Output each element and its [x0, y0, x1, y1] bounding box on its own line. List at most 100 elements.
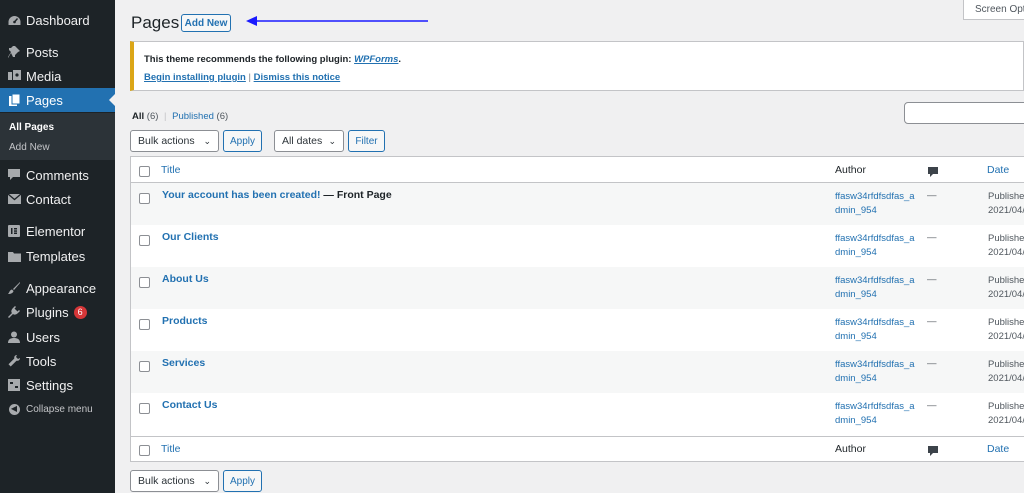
- author-link[interactable]: ffasw34rfdfsdfas_a dmin_954: [835, 316, 925, 344]
- submenu-item-add-new[interactable]: Add New: [9, 142, 50, 153]
- page-title-link[interactable]: Services: [162, 357, 205, 369]
- table-row: About Us ffasw34rfdfsdfas_a dmin_954 — Pu…: [131, 267, 1024, 309]
- collapse-icon: ◀: [7, 402, 21, 416]
- row-checkbox[interactable]: [139, 319, 150, 330]
- page-title-text[interactable]: Products: [162, 315, 208, 327]
- page-title-text[interactable]: Services: [162, 357, 205, 369]
- page-title-link[interactable]: Contact Us: [162, 399, 217, 411]
- collapse-menu-button[interactable]: ◀ Collapse menu: [0, 397, 115, 421]
- row-checkbox[interactable]: [139, 361, 150, 372]
- apply-button-bottom[interactable]: Apply: [223, 470, 262, 492]
- author-link[interactable]: ffasw34rfdfsdfas_a dmin_954: [835, 190, 925, 218]
- filter-button[interactable]: Filter: [348, 130, 385, 152]
- sidebar-item-label: Dashboard: [26, 12, 90, 28]
- date-status: Published: [988, 233, 1024, 244]
- row-checkbox[interactable]: [139, 193, 150, 204]
- sidebar-item-users[interactable]: Users: [0, 325, 115, 349]
- page-title-text[interactable]: Contact Us: [162, 399, 217, 411]
- filter-all-link[interactable]: All: [132, 111, 144, 122]
- comment-count: —: [927, 190, 937, 201]
- brush-icon: [7, 281, 21, 295]
- author-line-1[interactable]: ffasw34rfdfsdfas_a: [835, 233, 915, 244]
- column-author: Author: [835, 164, 866, 176]
- search-pages-input[interactable]: [904, 102, 1024, 124]
- notice-suffix: .: [398, 54, 402, 65]
- author-line-2[interactable]: dmin_954: [835, 331, 877, 342]
- author-line-1[interactable]: ffasw34rfdfsdfas_a: [835, 191, 915, 202]
- submenu-item-all-pages[interactable]: All Pages: [9, 122, 54, 133]
- add-new-button[interactable]: Add New: [181, 14, 231, 32]
- sidebar-item-label: Settings: [26, 377, 73, 393]
- select-all-checkbox-footer[interactable]: [139, 445, 150, 456]
- page-title-text[interactable]: About Us: [162, 273, 209, 285]
- author-line-2[interactable]: dmin_954: [835, 373, 877, 384]
- apply-button[interactable]: Apply: [223, 130, 262, 152]
- page-title-link[interactable]: About Us: [162, 273, 209, 285]
- select-all-checkbox[interactable]: [139, 166, 150, 177]
- sidebar-item-label: Contact: [26, 191, 71, 207]
- publish-date: Published 2021/04/: [988, 400, 1024, 428]
- row-checkbox[interactable]: [139, 403, 150, 414]
- column-date-sort[interactable]: Date: [987, 164, 1009, 176]
- column-date-sort-footer[interactable]: Date: [987, 443, 1009, 455]
- sidebar-item-label: Media: [26, 68, 62, 84]
- filter-published-link[interactable]: Published: [172, 111, 214, 122]
- page-title-link[interactable]: Products: [162, 315, 208, 327]
- user-icon: [7, 330, 21, 344]
- row-checkbox[interactable]: [139, 235, 150, 246]
- author-link[interactable]: ffasw34rfdfsdfas_a dmin_954: [835, 400, 925, 428]
- bulk-actions-select-bottom[interactable]: Bulk actions ⌄: [130, 470, 219, 492]
- date-value: 2021/04/: [988, 289, 1024, 300]
- author-link[interactable]: ffasw34rfdfsdfas_a dmin_954: [835, 274, 925, 302]
- sidebar-item-posts[interactable]: Posts: [0, 40, 115, 64]
- sidebar-item-comments[interactable]: Comments: [0, 163, 115, 187]
- comment-icon[interactable]: [928, 165, 938, 177]
- collapse-menu-label: Collapse menu: [26, 403, 93, 415]
- publish-date: Published 2021/04/: [988, 190, 1024, 218]
- sidebar-item-dashboard[interactable]: Dashboard: [0, 8, 115, 32]
- author-line-2[interactable]: dmin_954: [835, 415, 877, 426]
- sidebar-item-plugins[interactable]: Plugins 6: [0, 300, 115, 324]
- bulk-actions-select[interactable]: Bulk actions ⌄: [130, 130, 219, 152]
- plugin-link[interactable]: WPForms: [354, 54, 398, 65]
- table-row: Contact Us ffasw34rfdfsdfas_a dmin_954 — …: [131, 393, 1024, 435]
- sidebar-item-contact[interactable]: Contact: [0, 187, 115, 211]
- author-link[interactable]: ffasw34rfdfsdfas_a dmin_954: [835, 358, 925, 386]
- author-link[interactable]: ffasw34rfdfsdfas_a dmin_954: [835, 232, 925, 260]
- author-line-1[interactable]: ffasw34rfdfsdfas_a: [835, 359, 915, 370]
- date-status: Published: [988, 359, 1024, 370]
- row-checkbox[interactable]: [139, 277, 150, 288]
- dates-select[interactable]: All dates ⌄: [274, 130, 344, 152]
- sidebar-item-media[interactable]: Media: [0, 64, 115, 88]
- sidebar-item-settings[interactable]: Settings: [0, 373, 115, 397]
- sidebar-item-label: Posts: [26, 44, 59, 60]
- column-title-sort-footer[interactable]: Title: [161, 443, 180, 455]
- sidebar-item-templates[interactable]: Templates: [0, 244, 115, 268]
- author-line-1[interactable]: ffasw34rfdfsdfas_a: [835, 317, 915, 328]
- page-title-link[interactable]: Your account has been created! — Front P…: [162, 189, 392, 201]
- sidebar-item-label: Tools: [26, 353, 57, 369]
- author-line-1[interactable]: ffasw34rfdfsdfas_a: [835, 401, 915, 412]
- screen-options-button[interactable]: Screen Options: [963, 0, 1024, 20]
- sidebar-item-elementor[interactable]: Elementor: [0, 219, 115, 243]
- dismiss-notice-link[interactable]: Dismiss this notice: [254, 72, 341, 83]
- sidebar-item-pages[interactable]: Pages: [0, 88, 115, 112]
- column-author-footer: Author: [835, 443, 866, 455]
- column-title-sort[interactable]: Title: [161, 164, 180, 176]
- mail-icon: [7, 192, 21, 206]
- pages-table: Title Author Date Your account has been …: [130, 156, 1024, 462]
- date-status: Published: [988, 191, 1024, 202]
- page-title-text[interactable]: Our Clients: [162, 231, 219, 243]
- page-title-text[interactable]: Your account has been created!: [162, 189, 321, 201]
- comment-icon[interactable]: [928, 444, 938, 456]
- sidebar-item-appearance[interactable]: Appearance: [0, 276, 115, 300]
- author-line-2[interactable]: dmin_954: [835, 205, 877, 216]
- sidebar-item-tools[interactable]: Tools: [0, 349, 115, 373]
- page-title-link[interactable]: Our Clients: [162, 231, 219, 243]
- author-line-1[interactable]: ffasw34rfdfsdfas_a: [835, 275, 915, 286]
- settings-icon: [7, 378, 21, 392]
- table-row: Your account has been created! — Front P…: [131, 183, 1024, 225]
- author-line-2[interactable]: dmin_954: [835, 289, 877, 300]
- author-line-2[interactable]: dmin_954: [835, 247, 877, 258]
- begin-installing-link[interactable]: Begin installing plugin: [144, 72, 246, 83]
